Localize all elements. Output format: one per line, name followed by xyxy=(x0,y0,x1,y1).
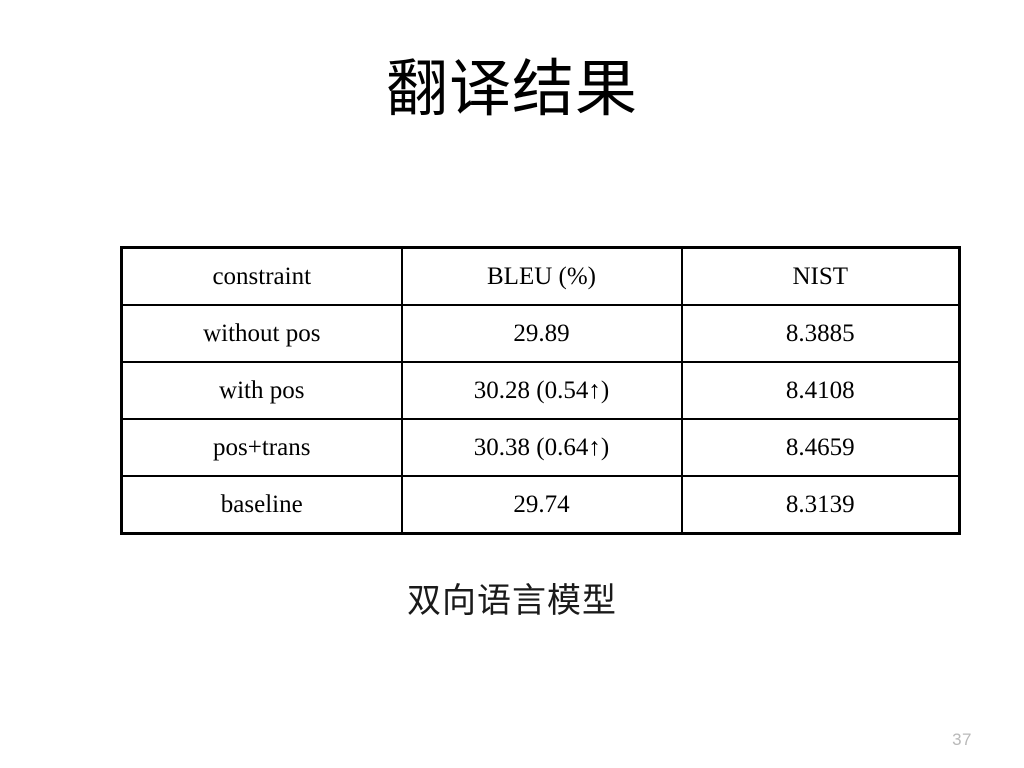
cell-constraint: with pos xyxy=(120,361,403,420)
translation-results-table: constraint BLEU (%) NIST without pos 29.… xyxy=(120,246,961,535)
cell-bleu: 30.28 (0.54↑) xyxy=(400,361,683,420)
column-header-bleu: BLEU (%) xyxy=(400,246,683,306)
cell-nist: 8.4659 xyxy=(680,418,961,477)
cell-bleu: 29.74 xyxy=(400,475,683,535)
cell-constraint: baseline xyxy=(120,475,403,535)
table-row: without pos 29.89 8.3885 xyxy=(120,304,961,363)
table-row: baseline 29.74 8.3139 xyxy=(120,475,961,535)
cell-bleu: 29.89 xyxy=(400,304,683,363)
cell-constraint: without pos xyxy=(120,304,403,363)
page-title: 翻译结果 xyxy=(385,56,638,124)
results-table-container: constraint BLEU (%) NIST without pos 29.… xyxy=(120,246,961,535)
cell-bleu: 30.38 (0.64↑) xyxy=(400,418,683,477)
cell-constraint: pos+trans xyxy=(120,418,403,477)
cell-nist: 8.3139 xyxy=(680,475,961,535)
column-header-constraint: constraint xyxy=(120,246,403,306)
table-row: pos+trans 30.38 (0.64↑) 8.4659 xyxy=(120,418,961,477)
table-caption: 双向语言模型 xyxy=(407,583,617,620)
column-header-nist: NIST xyxy=(680,246,961,306)
page-number: 37 xyxy=(952,730,972,749)
table-header-row: constraint BLEU (%) NIST xyxy=(120,246,961,306)
cell-nist: 8.4108 xyxy=(680,361,961,420)
table-body: without pos 29.89 8.3885 with pos 30.28 … xyxy=(120,304,961,535)
table-row: with pos 30.28 (0.54↑) 8.4108 xyxy=(120,361,961,420)
cell-nist: 8.3885 xyxy=(680,304,961,363)
